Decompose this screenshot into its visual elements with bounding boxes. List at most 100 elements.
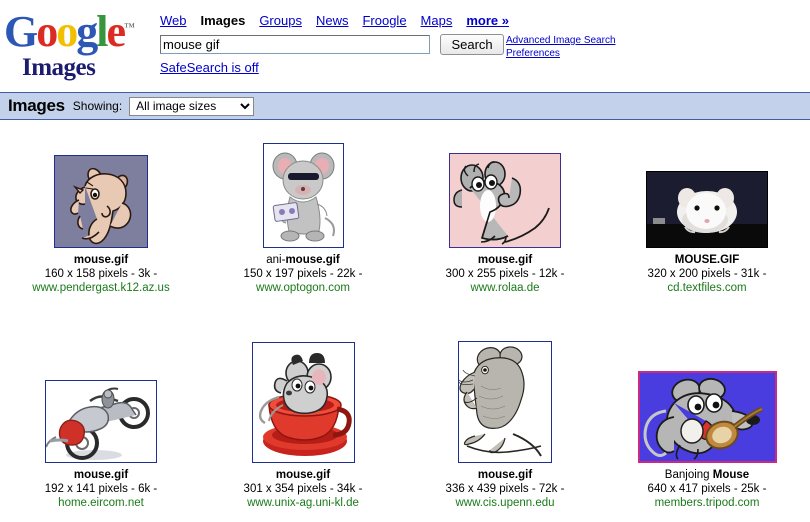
nav-item-images: Images	[201, 13, 246, 28]
thumbnail-image-white-mouse-photo	[647, 172, 767, 247]
thumbnail-wrap	[404, 341, 606, 463]
thumbnail-wrap	[404, 136, 606, 248]
result-title: mouse.gif	[74, 254, 128, 266]
result-meta: 160 x 158 pixels - 3k -	[45, 268, 158, 280]
result-caption: mouse.gif 300 x 255 pixels - 12k - www.r…	[404, 253, 606, 295]
nav-item-web[interactable]: Web	[160, 13, 187, 28]
thumbnail-image-banjo-mouse-blue	[640, 373, 775, 461]
nav-item-news[interactable]: News	[316, 13, 349, 28]
result-title: mouse.gif	[285, 254, 339, 266]
filter-bar-title: Images	[8, 96, 65, 116]
result-site: www.rolaa.de	[470, 282, 539, 294]
advanced-image-search-link[interactable]: Advanced Image Search	[506, 34, 616, 47]
image-result[interactable]: mouse.gif 301 x 354 pixels - 34k - www.u…	[202, 333, 404, 510]
service-nav: Web Images Groups News Froogle Maps more »	[160, 13, 509, 28]
trademark-symbol: ™	[124, 21, 135, 33]
results-row: mouse.gif 160 x 158 pixels - 3k - www.pe…	[0, 128, 810, 295]
nav-item-froogle[interactable]: Froogle	[362, 13, 406, 28]
image-result[interactable]: mouse.gif 192 x 141 pixels - 6k - home.e…	[0, 333, 202, 510]
image-result[interactable]: mouse.gif 300 x 255 pixels - 12k - www.r…	[404, 128, 606, 295]
result-meta: 336 x 439 pixels - 72k -	[446, 483, 565, 495]
image-result[interactable]: mouse.gif 336 x 439 pixels - 72k - www.c…	[404, 333, 606, 510]
thumbnail-link[interactable]	[449, 153, 561, 248]
result-meta: 300 x 255 pixels - 12k -	[446, 268, 565, 280]
result-title: mouse.gif	[478, 469, 532, 481]
result-title: mouse.gif	[74, 469, 128, 481]
image-result[interactable]: ani-mouse.gif 150 x 197 pixels - 22k - w…	[202, 128, 404, 295]
safesearch-status: SafeSearch is off	[160, 60, 259, 75]
image-result[interactable]: mouse.gif 160 x 158 pixels - 3k - www.pe…	[0, 128, 202, 295]
result-meta: 320 x 200 pixels - 31k -	[648, 268, 767, 280]
thumbnail-wrap	[0, 136, 202, 248]
search-row: Search	[160, 34, 504, 55]
advanced-links: Advanced Image Search Preferences	[506, 34, 616, 60]
result-title-link[interactable]: Banjoing Mouse	[665, 469, 749, 481]
result-site: www.unix-ag.uni-kl.de	[247, 497, 359, 509]
result-title-link[interactable]: MOUSE.GIF	[675, 254, 740, 266]
result-title-link[interactable]: mouse.gif	[276, 469, 330, 481]
result-title-prefix: ani-	[266, 254, 285, 266]
result-title-link[interactable]: ani-mouse.gif	[266, 254, 340, 266]
page-header: Google™ Images Web Images Groups News Froogl…	[0, 0, 810, 88]
result-meta: 150 x 197 pixels - 22k -	[244, 268, 363, 280]
thumbnail-wrap	[0, 341, 202, 463]
thumbnail-image-motorcycle-wheelie	[46, 381, 156, 462]
result-title-link[interactable]: mouse.gif	[74, 254, 128, 266]
thumbnail-image-cartoon-mouse-gray-bg	[55, 156, 147, 247]
result-title-prefix: Banjoing	[665, 469, 713, 481]
result-caption: ani-mouse.gif 150 x 197 pixels - 22k - w…	[202, 253, 404, 295]
thumbnail-image-pink-bg-pointing-mouse	[450, 154, 560, 247]
result-caption: MOUSE.GIF 320 x 200 pixels - 31k - cd.te…	[606, 253, 808, 295]
result-meta: 301 x 354 pixels - 34k -	[244, 483, 363, 495]
thumbnail-link[interactable]	[45, 380, 157, 463]
nav-item-more[interactable]: more »	[466, 13, 509, 28]
thumbnail-wrap	[606, 136, 808, 248]
image-results-grid: mouse.gif 160 x 158 pixels - 3k - www.pe…	[0, 128, 810, 510]
image-result[interactable]: Banjoing Mouse 640 x 417 pixels - 25k - …	[606, 333, 808, 510]
image-size-select[interactable]: All image sizesLarge imagesMedium images…	[129, 97, 254, 116]
thumbnail-link[interactable]	[263, 143, 344, 248]
result-site: www.pendergast.k12.az.us	[32, 282, 169, 294]
thumbnail-image-engraved-mouse	[459, 342, 551, 462]
thumbnail-wrap	[202, 341, 404, 463]
thumbnail-wrap	[606, 341, 808, 463]
thumbnail-link[interactable]	[638, 371, 777, 463]
thumbnail-link[interactable]	[646, 171, 768, 248]
thumbnail-link[interactable]	[458, 341, 552, 463]
images-filter-bar: Images Showing: All image sizesLarge ima…	[0, 92, 810, 120]
logo-subtitle: Images	[22, 54, 95, 82]
result-title: MOUSE.GIF	[675, 254, 740, 266]
thumbnail-wrap	[202, 136, 404, 248]
safesearch-link[interactable]: SafeSearch is off	[160, 60, 259, 75]
result-title: mouse.gif	[478, 254, 532, 266]
result-site: www.cis.upenn.edu	[455, 497, 554, 509]
result-title-link[interactable]: mouse.gif	[74, 469, 128, 481]
preferences-link[interactable]: Preferences	[506, 47, 616, 60]
result-caption: mouse.gif 192 x 141 pixels - 6k - home.e…	[0, 468, 202, 510]
nav-item-maps[interactable]: Maps	[421, 13, 453, 28]
thumbnail-link[interactable]	[54, 155, 148, 248]
showing-label: Showing:	[73, 99, 122, 113]
result-title-link[interactable]: mouse.gif	[478, 469, 532, 481]
result-caption: mouse.gif 301 x 354 pixels - 34k - www.u…	[202, 468, 404, 510]
result-caption: mouse.gif 160 x 158 pixels - 3k - www.pe…	[0, 253, 202, 295]
result-title: mouse.gif	[276, 469, 330, 481]
result-site: cd.textfiles.com	[667, 282, 746, 294]
thumbnail-image-3d-mouse-sunglasses	[264, 144, 343, 247]
results-row: mouse.gif 192 x 141 pixels - 6k - home.e…	[0, 333, 810, 510]
image-result[interactable]: MOUSE.GIF 320 x 200 pixels - 31k - cd.te…	[606, 128, 808, 295]
thumbnail-link[interactable]	[252, 342, 355, 463]
google-images-logo[interactable]: Google™ Images	[2, 10, 152, 82]
result-site: www.optogon.com	[256, 282, 350, 294]
result-meta: 640 x 417 pixels - 25k -	[648, 483, 767, 495]
result-site: home.eircom.net	[58, 497, 144, 509]
nav-item-groups[interactable]: Groups	[259, 13, 302, 28]
result-meta: 192 x 141 pixels - 6k -	[45, 483, 158, 495]
google-wordmark: Google™	[4, 10, 135, 54]
result-title-link[interactable]: mouse.gif	[478, 254, 532, 266]
result-caption: mouse.gif 336 x 439 pixels - 72k - www.c…	[404, 468, 606, 510]
search-input[interactable]	[160, 35, 430, 54]
search-button[interactable]: Search	[440, 34, 503, 55]
result-title: Mouse	[713, 469, 749, 481]
result-caption: Banjoing Mouse 640 x 417 pixels - 25k - …	[606, 468, 808, 510]
